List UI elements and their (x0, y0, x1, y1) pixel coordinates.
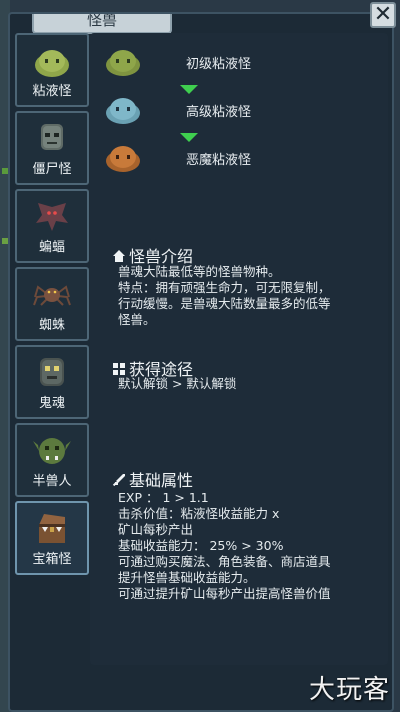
ghost-icon (40, 358, 64, 386)
sidebar-item-label: 鬼魂 (38, 396, 65, 411)
stats-line: 基础收益能力： 25% > 30% (118, 538, 284, 553)
sidebar-item-orc[interactable]: 半兽人 (15, 423, 89, 497)
sidebar-item-label: 僵尸怪 (32, 162, 72, 177)
home-icon (113, 250, 125, 262)
sidebar-item-zombie[interactable]: 僵尸怪 (15, 111, 89, 185)
slime-icon (106, 98, 140, 124)
zombie-icon (41, 124, 63, 150)
slime-icon (35, 50, 69, 77)
sidebar-item-slime[interactable]: 粘液怪 (15, 33, 89, 107)
stats-line: 击杀价值：粘液怪收益能力 x (118, 506, 280, 521)
evolution-stage-name: 高级粘液怪 (186, 105, 252, 120)
evolution-stage: 高级粘液怪 (104, 93, 364, 127)
evolution-stage-name: 恶魔粘液怪 (186, 153, 252, 168)
evolution-stage: 初级粘液怪 (104, 45, 364, 79)
stats-line: 可通过提升矿山每秒产出提高怪兽价值 (118, 586, 331, 601)
intro-line: 特点：拥有顽强生命力，可无限复制， (118, 280, 331, 295)
stats-text: EXP ： 1 > 1.1 击杀价值：粘液怪收益能力 x 矿山每秒产出 基础收益… (118, 490, 331, 602)
obtain-text: 默认解锁 > 默认解锁 (118, 376, 236, 392)
stats-heading: 基础属性 (112, 467, 193, 491)
grid-icon (113, 363, 125, 375)
evolution-stage: 恶魔粘液怪 (104, 141, 364, 175)
sidebar-item-spider[interactable]: 蜘蛛 (15, 267, 89, 341)
window-title: 怪兽 (32, 14, 172, 34)
sidebar-item-bat[interactable]: 蝙蝠 (15, 189, 89, 263)
mimic-icon (39, 514, 65, 543)
bat-icon (36, 203, 68, 231)
orc-icon (33, 438, 71, 464)
watermark: 大玩客 (308, 675, 390, 705)
evolution-stage-name: 初级粘液怪 (186, 57, 252, 72)
monster-detail: 初级粘液怪 高级粘液怪 恶魔粘液怪 怪兽介绍 兽魂大陆最低等的怪兽物种。 特点：… (90, 33, 388, 665)
stats-heading-text: 基础属性 (129, 471, 194, 490)
sidebar-item-label: 粘液怪 (32, 84, 72, 99)
stats-line: 矿山每秒产出 (118, 522, 194, 537)
intro-text: 兽魂大陆最低等的怪兽物种。 特点：拥有顽强生命力，可无限复制， 行动缓慢。是兽魂… (118, 264, 331, 328)
slime-icon (106, 146, 140, 172)
close-button[interactable]: ✕ (370, 2, 396, 28)
intro-line: 怪兽。 (118, 312, 156, 327)
stats-line: 提升怪兽基础收益能力。 (118, 570, 256, 585)
obtain-line: 默认解锁 > 默认解锁 (118, 376, 237, 391)
intro-line: 兽魂大陆最低等的怪兽物种。 (118, 264, 281, 279)
stats-line: 可通过购买魔法、角色装备、商店道具 (118, 554, 331, 569)
sidebar-item-label: 蝙蝠 (38, 240, 65, 255)
intro-line: 行动缓慢。是兽魂大陆数量最多的低等 (118, 296, 331, 311)
spider-icon (33, 285, 71, 306)
sidebar-item-ghost[interactable]: 鬼魂 (15, 345, 89, 419)
stats-line: EXP ： 1 > 1.1 (118, 490, 209, 505)
sword-icon (112, 474, 125, 487)
sidebar-item-label: 蜘蛛 (38, 318, 65, 333)
sidebar-item-mimic[interactable]: 宝箱怪 (15, 501, 89, 575)
sidebar-item-label: 半兽人 (32, 474, 72, 489)
slime-icon (106, 50, 140, 76)
sidebar-item-label: 宝箱怪 (32, 552, 72, 567)
